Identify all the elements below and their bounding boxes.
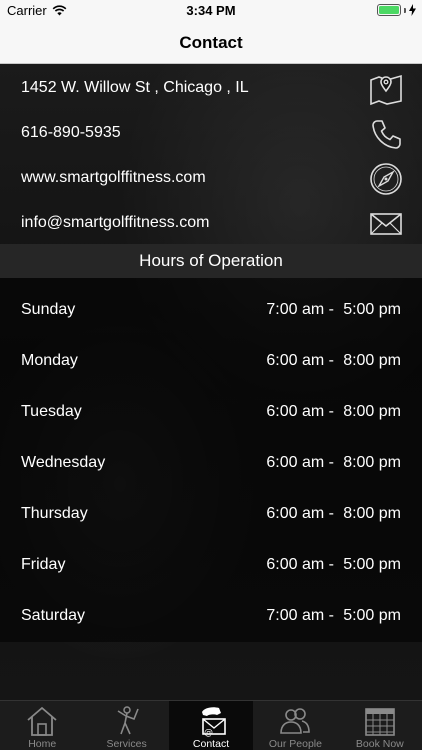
- address-row[interactable]: 1452 W. Willow St , Chicago , IL: [0, 66, 422, 111]
- open-time: 6:00 am -: [266, 403, 334, 420]
- page-title: Contact: [179, 33, 243, 52]
- open-time: 7:00 am -: [266, 607, 334, 624]
- email-text: info@smartgolffitness.com: [21, 214, 210, 231]
- tab-contact[interactable]: @ Contact: [168, 701, 254, 750]
- hours-row: Friday 6:00 am - 5:00 pm: [0, 541, 422, 592]
- phone-mail-icon: @: [202, 707, 226, 737]
- hours-row: Wednesday 6:00 am - 8:00 pm: [0, 439, 422, 490]
- tab-label: Book Now: [355, 738, 404, 750]
- hours-row: Saturday 7:00 am - 5:00 pm: [0, 592, 422, 643]
- home-icon: [27, 706, 57, 736]
- close-time: 8:00 pm: [343, 454, 401, 471]
- battery-indicator: [377, 4, 416, 16]
- hours-row: Thursday 6:00 am - 8:00 pm: [0, 490, 422, 541]
- people-icon: [280, 708, 311, 734]
- hours-row: Sunday 7:00 am - 5:00 pm: [0, 286, 422, 337]
- hours-row: Tuesday 6:00 am - 8:00 pm: [0, 388, 422, 439]
- email-row[interactable]: info@smartgolffitness.com: [0, 201, 422, 246]
- battery-fill: [379, 6, 399, 14]
- website-text: www.smartgolffitness.com: [21, 169, 206, 186]
- close-time: 5:00 pm: [343, 607, 401, 624]
- status-time: 3:34 PM: [186, 3, 236, 18]
- phone-text: 616-890-5935: [21, 124, 121, 141]
- tab-services[interactable]: Services: [84, 701, 168, 750]
- day-label: Sunday: [21, 301, 76, 318]
- day-label: Tuesday: [21, 403, 82, 420]
- tab-label: Services: [106, 738, 147, 750]
- tab-our-people[interactable]: Our People: [253, 701, 337, 750]
- day-label: Monday: [21, 352, 78, 369]
- open-time: 6:00 am -: [266, 352, 334, 369]
- envelope-icon[interactable]: [368, 206, 404, 242]
- tab-label: Home: [28, 738, 57, 750]
- hours-title: Hours of Operation: [139, 251, 283, 270]
- open-time: 7:00 am -: [266, 301, 334, 318]
- day-label: Friday: [21, 556, 66, 573]
- website-row[interactable]: www.smartgolffitness.com: [0, 156, 422, 201]
- phone-icon[interactable]: [368, 116, 404, 152]
- address-text: 1452 W. Willow St , Chicago , IL: [21, 79, 249, 96]
- tab-home[interactable]: Home: [0, 701, 84, 750]
- close-time: 8:00 pm: [343, 505, 401, 522]
- close-time: 8:00 pm: [343, 403, 401, 420]
- phone-row[interactable]: 616-890-5935: [0, 111, 422, 156]
- charging-bolt-icon: [409, 4, 416, 16]
- navigation-bar: Contact: [0, 22, 422, 64]
- open-time: 6:00 am -: [266, 454, 334, 471]
- day-label: Saturday: [21, 607, 86, 624]
- tab-bar: Home Services @ Contact Our People Book …: [0, 700, 422, 750]
- open-time: 6:00 am -: [266, 556, 334, 573]
- tab-label: Our People: [268, 738, 322, 750]
- hours-list: Sunday 7:00 am - 5:00 pm Monday 6:00 am …: [0, 278, 422, 642]
- map-icon[interactable]: [368, 71, 404, 107]
- close-time: 5:00 pm: [343, 556, 401, 573]
- close-time: 8:00 pm: [343, 352, 401, 369]
- close-time: 5:00 pm: [343, 301, 401, 318]
- status-bar: Carrier 3:34 PM: [0, 0, 422, 22]
- hours-header: Hours of Operation: [0, 244, 422, 278]
- golfer-icon: [117, 706, 139, 735]
- tab-book-now[interactable]: Book Now: [338, 701, 422, 750]
- svg-text:@: @: [204, 728, 213, 737]
- calendar-icon: [365, 708, 395, 736]
- compass-icon[interactable]: [368, 161, 404, 197]
- day-label: Wednesday: [21, 454, 106, 471]
- open-time: 6:00 am -: [266, 505, 334, 522]
- tab-label: Contact: [192, 738, 230, 750]
- hours-row: Monday 6:00 am - 8:00 pm: [0, 337, 422, 388]
- day-label: Thursday: [21, 505, 88, 522]
